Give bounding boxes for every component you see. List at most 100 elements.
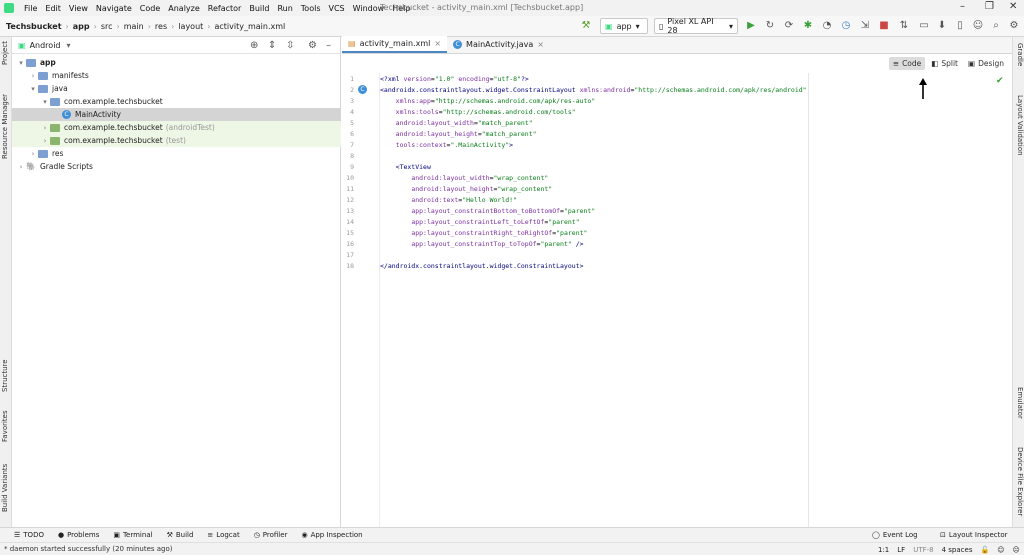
tree-item-manifests[interactable]: › manifests <box>12 69 341 82</box>
sync-gradle-icon[interactable]: ⇅ <box>898 20 910 32</box>
tool-build[interactable]: ⚒ Build <box>167 531 194 539</box>
profiler-icon: ◷ <box>253 531 260 539</box>
close-tab-icon[interactable]: × <box>434 39 441 48</box>
menu-refactor[interactable]: Refactor <box>204 4 246 13</box>
tool-tab-emulator[interactable]: Emulator <box>1016 387 1024 419</box>
chevron-right-icon[interactable]: › <box>40 137 50 145</box>
tool-tab-structure[interactable]: Structure <box>1 359 9 392</box>
gear-icon[interactable]: ⚙ <box>308 40 317 51</box>
tool-tab-favorites[interactable]: Favorites <box>1 410 9 442</box>
caret-position[interactable]: 1:1 <box>878 546 889 554</box>
code-area[interactable]: <?xml version="1.0" encoding="utf-8"?> <… <box>380 73 807 527</box>
tool-tab-build-variants[interactable]: Build Variants <box>1 464 9 512</box>
tool-app-inspection[interactable]: ◉ App Inspection <box>301 531 362 539</box>
design-view-button[interactable]: ▣ Design <box>964 57 1008 70</box>
debug-icon[interactable]: ✱ <box>802 20 814 32</box>
tree-item-java[interactable]: ▾ java <box>12 82 341 95</box>
stop-icon[interactable]: ■ <box>878 20 890 32</box>
indent-setting[interactable]: 4 spaces <box>942 546 973 554</box>
menu-vcs[interactable]: VCS <box>325 4 349 13</box>
apply-changes-icon[interactable]: ↻ <box>764 20 776 32</box>
chevron-down-icon[interactable]: ▾ <box>40 98 50 106</box>
breadcrumb-main[interactable]: main <box>122 22 146 31</box>
tool-todo[interactable]: ☰ TODO <box>14 531 44 539</box>
tool-tab-layout-validation[interactable]: Layout Validation <box>1016 95 1024 156</box>
expand-all-icon[interactable]: ⇕ <box>268 40 276 51</box>
restore-icon[interactable]: ❐ <box>985 1 994 12</box>
split-view-button[interactable]: ◧ Split <box>927 57 962 70</box>
menu-run[interactable]: Run <box>273 4 296 13</box>
coverage-icon[interactable]: ◔ <box>821 20 833 32</box>
code-view-button[interactable]: ≡ Code <box>888 57 926 70</box>
lock-icon[interactable]: 🔓 <box>980 546 989 554</box>
tree-item-res[interactable]: › res <box>12 147 341 160</box>
tab-mainactivity-java[interactable]: C MainActivity.java × <box>447 36 550 53</box>
tool-tab-gradle[interactable]: Gradle <box>1016 43 1024 66</box>
menu-tools[interactable]: Tools <box>297 4 325 13</box>
menu-code[interactable]: Code <box>136 4 164 13</box>
tab-activity-main-xml[interactable]: ▤ activity_main.xml × <box>342 36 448 53</box>
tool-layout-inspector[interactable]: ⊡ Layout Inspector <box>940 531 1008 539</box>
breadcrumb-src[interactable]: src <box>99 22 115 31</box>
breadcrumb-res[interactable]: res <box>153 22 169 31</box>
hammer-icon[interactable]: ⚒ <box>580 20 592 32</box>
class-gutter-icon[interactable]: C <box>358 85 367 94</box>
menu-analyze[interactable]: Analyze <box>164 4 204 13</box>
hide-panel-icon[interactable]: – <box>326 40 331 51</box>
chevron-right-icon[interactable]: › <box>16 163 26 171</box>
chevron-right-icon[interactable]: › <box>28 150 38 158</box>
feedback-icon[interactable]: ☹ <box>1013 546 1020 554</box>
breadcrumb-project[interactable]: Techsbucket <box>4 22 64 31</box>
tool-tab-project[interactable]: Project <box>1 41 9 65</box>
close-icon[interactable]: ✕ <box>1009 1 1017 12</box>
tool-tab-device-file-explorer[interactable]: Device File Explorer <box>1016 447 1024 516</box>
tree-item-gradle-scripts[interactable]: › 🐘 Gradle Scripts <box>12 160 341 173</box>
locate-icon[interactable]: ⊕ <box>250 40 258 51</box>
tool-event-log[interactable]: ◯ Event Log <box>872 531 918 539</box>
breadcrumb-app[interactable]: app <box>71 22 92 31</box>
tool-tab-resource-manager[interactable]: Resource Manager <box>1 94 9 159</box>
tree-item-mainactivity[interactable]: C MainActivity <box>12 108 341 121</box>
file-encoding[interactable]: UTF-8 <box>913 546 933 554</box>
chevron-down-icon[interactable]: ▾ <box>67 41 71 50</box>
chevron-down-icon[interactable]: ▾ <box>28 85 38 93</box>
close-tab-icon[interactable]: × <box>537 40 544 49</box>
apply-code-changes-icon[interactable]: ⟳ <box>783 20 795 32</box>
line-separator[interactable]: LF <box>897 546 905 554</box>
menu-view[interactable]: View <box>65 4 92 13</box>
menu-edit[interactable]: Edit <box>41 4 65 13</box>
tool-profiler[interactable]: ◷ Profiler <box>254 531 288 539</box>
smiley-icon[interactable]: ☺ <box>997 546 1004 554</box>
project-view-selector[interactable]: Android <box>30 41 61 50</box>
device-dropdown[interactable]: ▯ Pixel XL API 28 ▾ <box>654 17 738 35</box>
run-config-dropdown[interactable]: ▣ app ▾ <box>600 18 648 34</box>
avd-manager-icon[interactable]: ▭ <box>918 20 930 32</box>
code-line-2: <androidx.constraintlayout.widget.Constr… <box>380 86 807 94</box>
tree-item-package-main[interactable]: ▾ com.example.techsbucket <box>12 95 341 108</box>
tree-item-package-test[interactable]: › com.example.techsbucket (test) <box>12 134 341 147</box>
status-message[interactable]: * daemon started successfully (20 minute… <box>0 545 173 553</box>
menu-build[interactable]: Build <box>245 4 273 13</box>
device-manager-icon[interactable]: ▯ <box>954 20 966 32</box>
tree-item-app[interactable]: ▾ app <box>12 56 341 69</box>
tool-problems[interactable]: ● Problems <box>58 531 99 539</box>
minimize-icon[interactable]: – <box>960 1 965 12</box>
settings-icon[interactable]: ⚙ <box>1008 20 1020 32</box>
chevron-right-icon[interactable]: › <box>40 124 50 132</box>
search-icon[interactable]: ⌕ <box>990 20 1002 32</box>
attach-debugger-icon[interactable]: ⇲ <box>859 20 871 32</box>
profile-icon[interactable]: ◷ <box>840 20 852 32</box>
chevron-right-icon[interactable]: › <box>28 72 38 80</box>
account-icon[interactable]: ☺ <box>972 20 984 32</box>
tool-logcat[interactable]: ≡ Logcat <box>207 531 239 539</box>
run-icon[interactable]: ▶ <box>745 20 757 32</box>
tool-terminal[interactable]: ▣ Terminal <box>113 531 152 539</box>
collapse-all-icon[interactable]: ⇳ <box>286 40 294 51</box>
menu-navigate[interactable]: Navigate <box>92 4 136 13</box>
breadcrumb-file[interactable]: activity_main.xml <box>212 22 287 31</box>
tree-item-package-androidtest[interactable]: › com.example.techsbucket (androidTest) <box>12 121 341 134</box>
menu-file[interactable]: File <box>20 4 41 13</box>
chevron-down-icon[interactable]: ▾ <box>16 59 26 67</box>
sdk-manager-icon[interactable]: ⬇ <box>936 20 948 32</box>
breadcrumb-layout[interactable]: layout <box>176 22 205 31</box>
